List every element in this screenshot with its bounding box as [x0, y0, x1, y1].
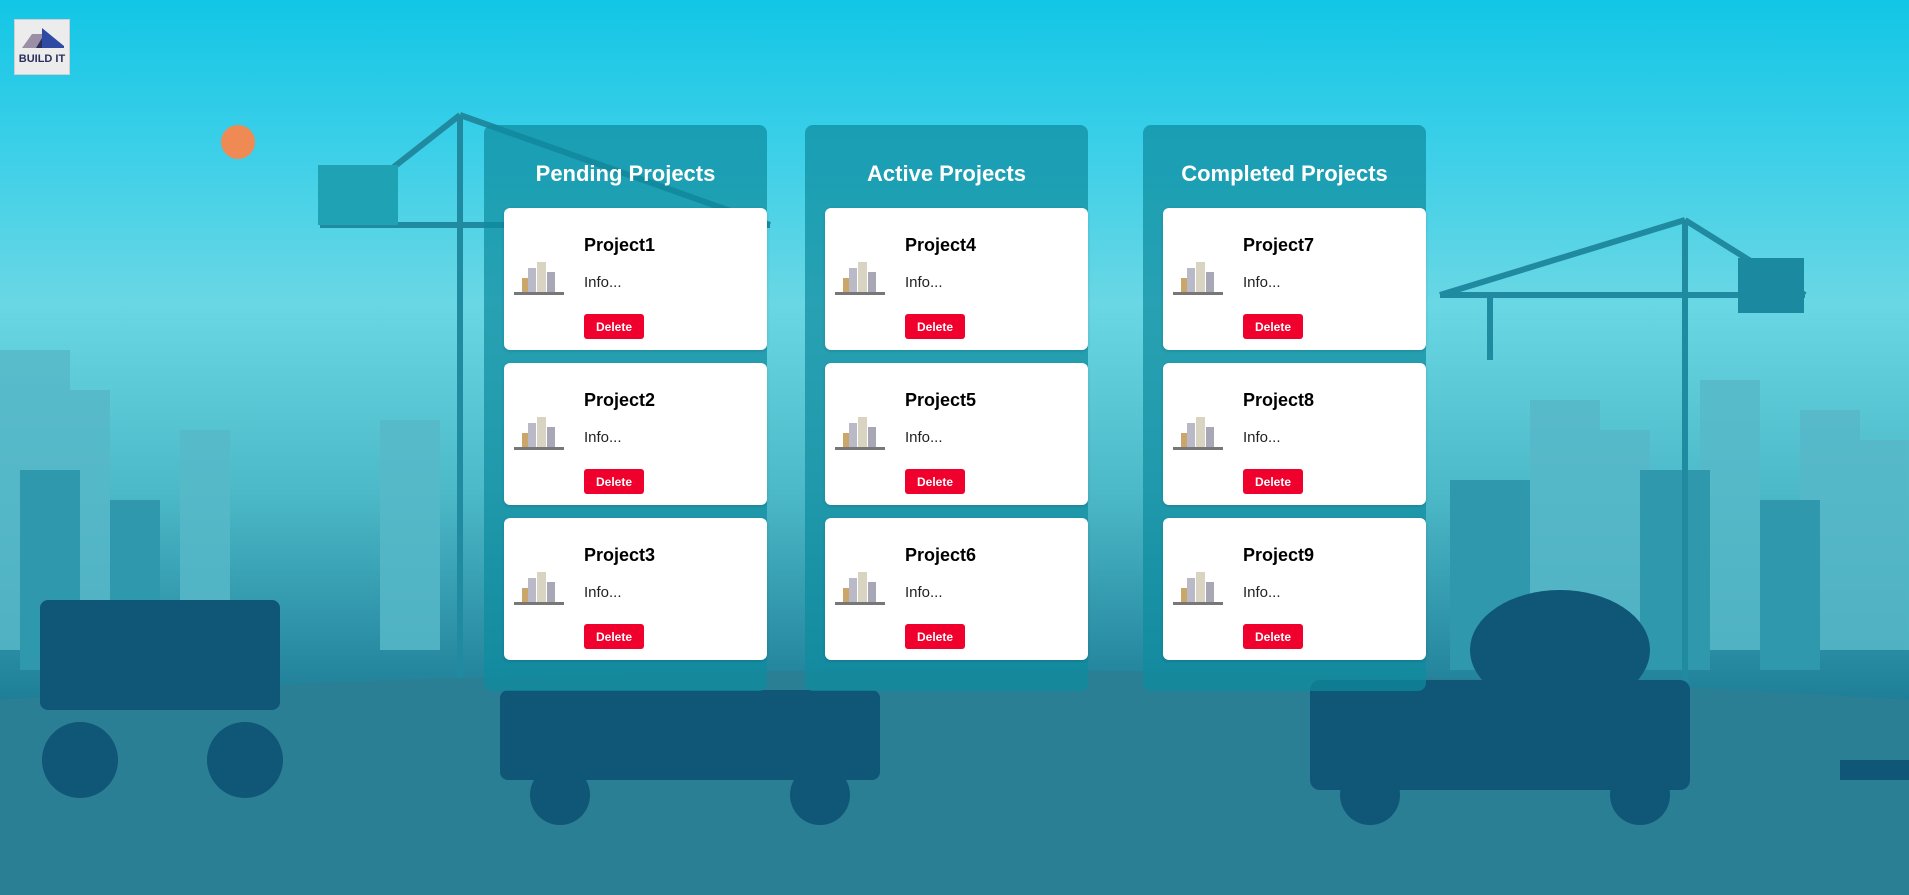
city-buildings-icon — [1173, 262, 1223, 295]
project-title: Project5 — [905, 390, 977, 410]
left-crane-cab — [318, 165, 398, 225]
project-title: Project7 — [1243, 235, 1315, 255]
city-buildings-icon — [514, 262, 564, 295]
project-card[interactable]: Project4 Info... Delete — [825, 208, 1088, 350]
project-card[interactable]: Project1 Info... Delete — [504, 208, 767, 350]
project-info: Info... — [584, 429, 622, 446]
project-info: Info... — [584, 274, 622, 291]
project-card[interactable]: Project7 Info... Delete — [1163, 208, 1426, 350]
city-buildings-icon — [835, 417, 885, 450]
project-title: Project2 — [584, 390, 656, 410]
project-card[interactable]: Project9 Info... Delete — [1163, 518, 1426, 660]
building-logo-icon — [22, 28, 64, 48]
project-info: Info... — [905, 429, 943, 446]
project-info: Info... — [1243, 584, 1281, 601]
delete-button[interactable]: Delete — [584, 624, 644, 649]
project-title: Project4 — [905, 235, 977, 255]
project-title: Project9 — [1243, 545, 1315, 565]
delete-button[interactable]: Delete — [584, 469, 644, 494]
delete-button[interactable]: Delete — [905, 624, 965, 649]
delete-button[interactable]: Delete — [905, 469, 965, 494]
pending-projects-panel: Pending Projects Project1 Info... Delete… — [484, 125, 767, 691]
panel-title: Active Projects — [867, 161, 1026, 186]
project-card[interactable]: Project3 Info... Delete — [504, 518, 767, 660]
completed-projects-panel: Completed Projects Project7 Info... Dele… — [1143, 125, 1426, 691]
delete-button[interactable]: Delete — [584, 314, 644, 339]
delete-button[interactable]: Delete — [1243, 624, 1303, 649]
project-title: Project8 — [1243, 390, 1315, 410]
project-card[interactable]: Project2 Info... Delete — [504, 363, 767, 505]
logo-text: BUILD IT — [18, 53, 66, 65]
city-buildings-icon — [514, 417, 564, 450]
city-buildings-icon — [835, 262, 885, 295]
active-projects-panel: Active Projects Project4 Info... Delete … — [805, 125, 1088, 691]
delete-button[interactable]: Delete — [905, 314, 965, 339]
project-card[interactable]: Project5 Info... Delete — [825, 363, 1088, 505]
project-card[interactable]: Project8 Info... Delete — [1163, 363, 1426, 505]
delete-button[interactable]: Delete — [1243, 314, 1303, 339]
city-buildings-icon — [514, 572, 564, 605]
project-info: Info... — [1243, 274, 1281, 291]
sun-shape — [221, 125, 255, 159]
project-card[interactable]: Project6 Info... Delete — [825, 518, 1088, 660]
delete-button[interactable]: Delete — [1243, 469, 1303, 494]
project-title: Project3 — [584, 545, 656, 565]
city-buildings-icon — [1173, 572, 1223, 605]
project-title: Project1 — [584, 235, 656, 255]
project-title: Project6 — [905, 545, 977, 565]
city-buildings-icon — [835, 572, 885, 605]
project-info: Info... — [1243, 429, 1281, 446]
project-info: Info... — [905, 274, 943, 291]
city-buildings-icon — [1173, 417, 1223, 450]
panel-title: Pending Projects — [535, 161, 716, 186]
panel-title: Completed Projects — [1181, 161, 1388, 186]
app-logo[interactable]: BUILD IT — [14, 19, 70, 75]
project-info: Info... — [905, 584, 943, 601]
right-crane-cab — [1738, 258, 1804, 313]
project-info: Info... — [584, 584, 622, 601]
